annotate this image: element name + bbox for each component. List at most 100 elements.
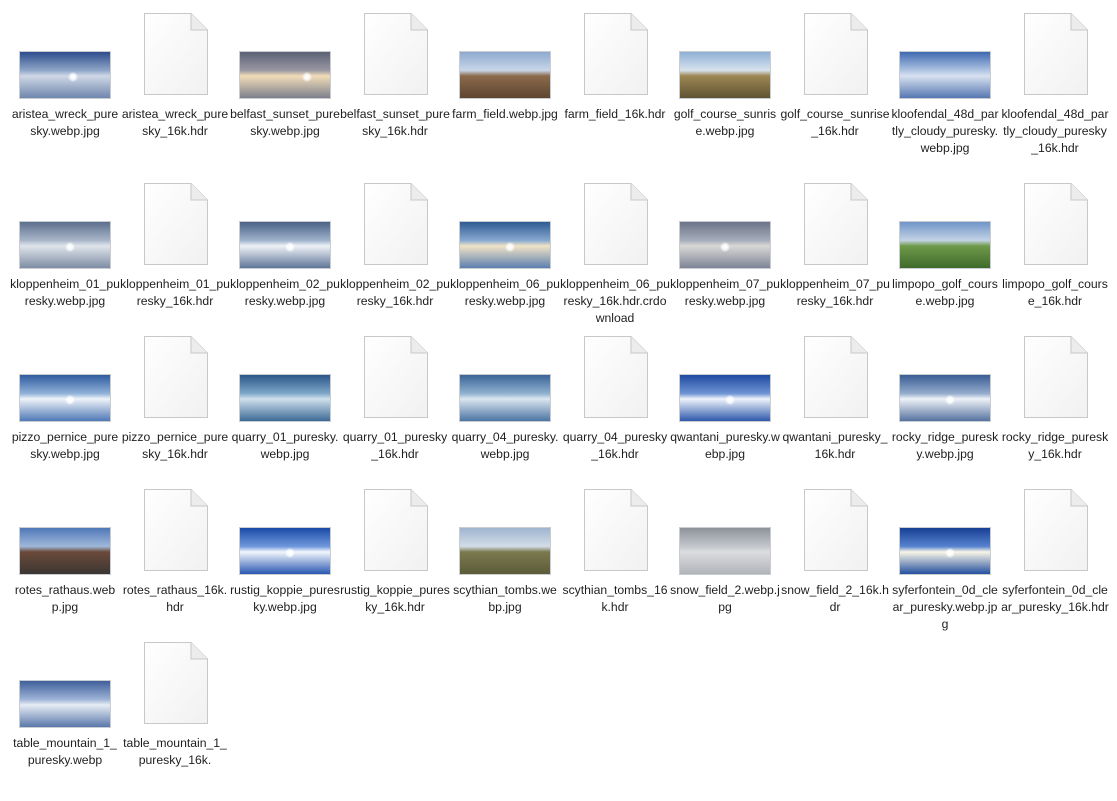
file-name-label: snow_field_2_16k.hdr <box>781 583 889 614</box>
image-file-item[interactable]: quarry_04_puresky.webp.jpg <box>450 335 560 495</box>
file-item[interactable]: aristea_wreck_puresky_16k.hdr <box>120 12 230 172</box>
image-thumbnail <box>900 52 990 98</box>
file-name-label: quarry_01_puresky_16k.hdr <box>342 430 448 461</box>
blank-document-icon <box>583 488 649 572</box>
file-item[interactable]: pizzo_pernice_puresky_16k.hdr <box>120 335 230 495</box>
file-icon-area <box>560 488 670 584</box>
sun-glow-icon <box>725 395 735 405</box>
file-name-label: rotes_rathaus.webp.jpg <box>14 583 116 614</box>
file-icon-area <box>10 641 120 737</box>
file-item[interactable]: rotes_rathaus_16k.hdr <box>120 488 230 648</box>
image-file-item[interactable]: limpopo_golf_course.webp.jpg <box>890 182 1000 342</box>
file-icon-area <box>780 335 890 431</box>
file-name-label: table_mountain_1_puresky.webp <box>13 736 117 767</box>
file-item[interactable]: table_mountain_1_puresky_16k. <box>120 641 230 801</box>
file-item[interactable]: belfast_sunset_puresky_16k.hdr <box>340 12 450 172</box>
file-name-label: pizzo_pernice_puresky_16k.hdr <box>121 430 229 461</box>
file-item[interactable]: kloppenheim_06_puresky_16k.hdr.crdownloa… <box>560 182 670 342</box>
file-item[interactable]: quarry_04_puresky_16k.hdr <box>560 335 670 495</box>
file-item[interactable]: kloppenheim_02_puresky_16k.hdr <box>340 182 450 342</box>
image-thumbnail <box>460 528 550 574</box>
blank-document-icon <box>363 182 429 266</box>
sun-glow-icon <box>945 395 955 405</box>
image-thumbnail <box>20 681 110 727</box>
file-icon-area <box>230 12 340 108</box>
blank-document-icon <box>803 488 869 572</box>
file-item[interactable]: snow_field_2_16k.hdr <box>780 488 890 648</box>
file-item[interactable]: qwantani_puresky_16k.hdr <box>780 335 890 495</box>
file-name-label: golf_course_sunrise_16k.hdr <box>780 107 890 138</box>
file-icon-area <box>120 335 230 431</box>
file-name-label: aristea_wreck_puresky.webp.jpg <box>11 107 119 138</box>
blank-document-icon <box>1023 335 1089 419</box>
file-icon-area <box>340 488 450 584</box>
file-name-label: rocky_ridge_puresky_16k.hdr <box>1001 430 1109 461</box>
file-name-label: belfast_sunset_puresky.webp.jpg <box>230 107 340 138</box>
file-name-label: syferfontein_0d_clear_puresky_16k.hdr <box>1001 583 1109 614</box>
image-file-item[interactable]: rocky_ridge_puresky.webp.jpg <box>890 335 1000 495</box>
file-name-label: limpopo_golf_course_16k.hdr <box>1002 277 1108 308</box>
file-icon-area <box>890 488 1000 584</box>
image-file-item[interactable]: rustig_koppie_puresky.webp.jpg <box>230 488 340 648</box>
image-file-item[interactable]: belfast_sunset_puresky.webp.jpg <box>230 12 340 172</box>
file-name-label: kloofendal_48d_partly_cloudy_puresky.web… <box>891 107 999 155</box>
file-name-label: scythian_tombs_16k.hdr <box>562 583 668 614</box>
file-icon-area <box>670 335 780 431</box>
image-file-item[interactable]: kloppenheim_06_puresky.webp.jpg <box>450 182 560 342</box>
image-file-item[interactable]: qwantani_puresky.webp.jpg <box>670 335 780 495</box>
file-name-label: belfast_sunset_puresky_16k.hdr <box>340 107 450 138</box>
file-name-label: kloppenheim_06_puresky.webp.jpg <box>450 277 560 308</box>
file-icon-area <box>10 488 120 584</box>
image-file-item[interactable]: kloppenheim_07_puresky.webp.jpg <box>670 182 780 342</box>
image-file-item[interactable]: kloofendal_48d_partly_cloudy_puresky.web… <box>890 12 1000 172</box>
file-name-label: kloppenheim_01_puresky.webp.jpg <box>10 277 120 308</box>
image-file-item[interactable]: kloppenheim_02_puresky.webp.jpg <box>230 182 340 342</box>
file-item[interactable]: rustig_koppie_puresky_16k.hdr <box>340 488 450 648</box>
file-icon-area <box>1000 12 1110 108</box>
image-thumbnail <box>680 222 770 268</box>
file-icon-area <box>890 182 1000 278</box>
file-item[interactable]: golf_course_sunrise_16k.hdr <box>780 12 890 172</box>
image-file-item[interactable]: quarry_01_puresky.webp.jpg <box>230 335 340 495</box>
file-name-label: rustig_koppie_puresky.webp.jpg <box>230 583 340 614</box>
sun-glow-icon <box>285 548 295 558</box>
file-item[interactable]: scythian_tombs_16k.hdr <box>560 488 670 648</box>
blank-document-icon <box>803 335 869 419</box>
file-item[interactable]: limpopo_golf_course_16k.hdr <box>1000 182 1110 342</box>
file-icon-area <box>10 12 120 108</box>
sun-glow-icon <box>285 242 295 252</box>
file-item[interactable]: quarry_01_puresky_16k.hdr <box>340 335 450 495</box>
file-item[interactable]: kloppenheim_07_puresky_16k.hdr <box>780 182 890 342</box>
image-thumbnail <box>20 222 110 268</box>
image-file-item[interactable]: kloppenheim_01_puresky.webp.jpg <box>10 182 120 342</box>
file-name-label: syferfontein_0d_clear_puresky.webp.jpg <box>892 583 998 631</box>
file-item[interactable]: kloppenheim_01_puresky_16k.hdr <box>120 182 230 342</box>
image-file-item[interactable]: scythian_tombs.webp.jpg <box>450 488 560 648</box>
image-file-item[interactable]: pizzo_pernice_puresky.webp.jpg <box>10 335 120 495</box>
file-item[interactable]: syferfontein_0d_clear_puresky_16k.hdr <box>1000 488 1110 648</box>
image-file-item[interactable]: syferfontein_0d_clear_puresky.webp.jpg <box>890 488 1000 648</box>
file-icon-area <box>120 641 230 737</box>
image-thumbnail <box>240 222 330 268</box>
image-file-item[interactable]: golf_course_sunrise.webp.jpg <box>670 12 780 172</box>
sun-glow-icon <box>65 395 75 405</box>
file-name-label: rotes_rathaus_16k.hdr <box>122 583 228 614</box>
file-item[interactable]: farm_field_16k.hdr <box>560 12 670 172</box>
image-thumbnail <box>20 375 110 421</box>
file-name-label: golf_course_sunrise.webp.jpg <box>673 107 777 138</box>
file-item[interactable]: rocky_ridge_puresky_16k.hdr <box>1000 335 1110 495</box>
image-file-item[interactable]: table_mountain_1_puresky.webp <box>10 641 120 801</box>
file-name-label: kloppenheim_07_puresky.webp.jpg <box>670 277 780 308</box>
blank-document-icon <box>363 12 429 96</box>
blank-document-icon <box>583 182 649 266</box>
file-item[interactable]: kloofendal_48d_partly_cloudy_puresky_16k… <box>1000 12 1110 172</box>
file-icon-area <box>670 182 780 278</box>
file-icon-area <box>560 182 670 278</box>
image-file-item[interactable]: rotes_rathaus.webp.jpg <box>10 488 120 648</box>
file-name-label: qwantani_puresky_16k.hdr <box>782 430 888 461</box>
image-file-item[interactable]: farm_field.webp.jpg <box>450 12 560 172</box>
image-file-item[interactable]: aristea_wreck_puresky.webp.jpg <box>10 12 120 172</box>
image-thumbnail <box>20 52 110 98</box>
file-name-label: quarry_01_puresky.webp.jpg <box>231 430 339 461</box>
image-file-item[interactable]: snow_field_2.webp.jpg <box>670 488 780 648</box>
